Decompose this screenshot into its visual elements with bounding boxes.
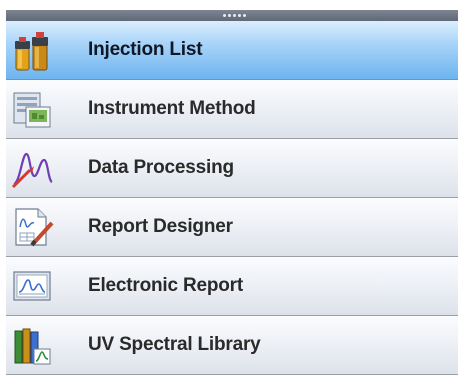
nav-item-report-designer[interactable]: Report Designer	[6, 198, 458, 257]
nav-item-label: UV Spectral Library	[88, 334, 261, 355]
navigation-list: Injection List Instrument Method Data Pr…	[6, 21, 458, 375]
nav-item-electronic-report[interactable]: Electronic Report	[6, 257, 458, 316]
chromatogram-peak-icon	[11, 152, 53, 189]
spectral-library-icon	[14, 328, 51, 365]
nav-item-label: Injection List	[88, 39, 203, 60]
navigation-panel: Injection List Instrument Method Data Pr…	[6, 10, 458, 381]
nav-item-label: Instrument Method	[88, 98, 256, 119]
nav-item-data-processing[interactable]: Data Processing	[6, 139, 458, 198]
nav-item-injection-list[interactable]: Injection List	[6, 21, 458, 80]
nav-item-label: Data Processing	[88, 157, 234, 178]
instrument-method-icon	[13, 92, 51, 128]
nav-item-label: Report Designer	[88, 216, 233, 237]
report-designer-icon	[15, 208, 54, 247]
resize-grip[interactable]	[216, 13, 252, 17]
nav-item-instrument-method[interactable]: Instrument Method	[6, 80, 458, 139]
nav-item-label: Electronic Report	[88, 275, 243, 296]
nav-item-uv-spectral-library[interactable]: UV Spectral Library	[6, 316, 458, 375]
electronic-report-icon	[13, 271, 51, 301]
panel-header-bar	[6, 10, 458, 21]
vials-icon	[15, 32, 48, 71]
